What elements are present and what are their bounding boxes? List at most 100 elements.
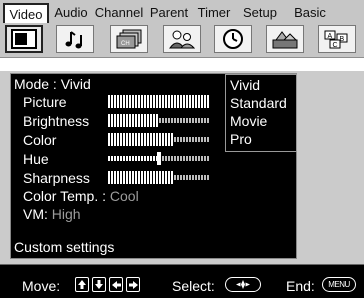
custom-settings-row[interactable]: Custom settings	[14, 238, 114, 256]
level-segment-filled	[108, 95, 110, 108]
tab-audio-icon-button[interactable]	[56, 25, 94, 53]
arrow-left-key-icon	[109, 277, 123, 292]
level-segment-filled	[129, 171, 131, 184]
tab-parent[interactable]: Parent	[146, 3, 192, 23]
color-level-bar[interactable]	[108, 133, 210, 146]
level-segment-filled	[171, 171, 173, 184]
mode-option-pro[interactable]: Pro	[230, 130, 252, 148]
channel-icon: CH	[116, 29, 142, 49]
level-segment-filled	[126, 171, 128, 184]
tab-channel-icon-button[interactable]: CH	[110, 25, 148, 53]
level-segment-empty	[177, 156, 179, 161]
level-segment-empty	[195, 118, 197, 123]
level-segment-filled	[168, 171, 170, 184]
level-segment-filled	[138, 156, 140, 161]
level-segment-empty	[174, 175, 176, 180]
svg-text:CH: CH	[121, 41, 130, 47]
vm-label: VM:	[23, 206, 48, 222]
brightness-level-bar[interactable]	[108, 114, 210, 127]
level-segment-empty	[174, 137, 176, 142]
tab-basic[interactable]: Basic	[288, 3, 332, 23]
level-segment-filled	[195, 95, 197, 108]
picture-mode-row[interactable]: Mode : Vivid	[14, 75, 91, 93]
level-segment-empty	[180, 156, 182, 161]
select-button-icon	[225, 277, 261, 292]
level-segment-empty	[183, 137, 185, 142]
level-segment-empty	[189, 137, 191, 142]
level-segment-empty	[177, 118, 179, 123]
level-segment-empty	[198, 118, 200, 123]
level-segment-empty	[201, 156, 203, 161]
level-segment-filled	[147, 114, 149, 127]
level-segment-empty	[171, 156, 173, 161]
arrow-up-key-icon	[75, 277, 89, 292]
level-segment-filled	[159, 133, 161, 146]
picture-level-bar[interactable]	[108, 95, 210, 108]
level-segment-empty	[204, 175, 206, 180]
level-segment-filled	[150, 95, 152, 108]
setting-label: Picture	[23, 94, 67, 110]
tab-audio[interactable]: Audio	[50, 3, 92, 23]
level-segment-empty	[180, 175, 182, 180]
level-segment-filled	[138, 171, 140, 184]
level-segment-filled	[141, 156, 143, 161]
mode-option-standard[interactable]: Standard	[230, 94, 287, 112]
level-segment-filled	[162, 133, 164, 146]
tab-video-icon-button[interactable]	[5, 25, 43, 53]
level-segment-empty	[183, 118, 185, 123]
hue-level-bar[interactable]	[108, 152, 210, 165]
level-segment-filled	[144, 95, 146, 108]
tab-setup-icon-button[interactable]	[266, 25, 304, 53]
level-segment-empty	[198, 156, 200, 161]
level-segment-filled	[111, 171, 113, 184]
tab-setup[interactable]: Setup	[238, 3, 282, 23]
level-segment-filled	[129, 95, 131, 108]
level-segment-filled	[135, 95, 137, 108]
level-segment-filled	[126, 95, 128, 108]
tab-timer[interactable]: Timer	[194, 3, 234, 23]
tab-timer-icon-button[interactable]	[214, 25, 252, 53]
level-segment-empty	[201, 175, 203, 180]
level-segment-filled	[138, 133, 140, 146]
level-segment-filled	[168, 133, 170, 146]
level-segment-empty	[177, 137, 179, 142]
mode-option-vivid[interactable]: Vivid	[230, 76, 260, 94]
level-segment-filled	[129, 114, 131, 127]
mode-option-movie[interactable]: Movie	[230, 112, 267, 130]
level-segment-filled	[114, 156, 116, 161]
sharpness-level-bar[interactable]	[108, 171, 210, 184]
level-segment-filled	[177, 95, 179, 108]
level-segment-empty	[207, 156, 209, 161]
level-segment-filled	[111, 156, 113, 161]
level-segment-filled	[183, 95, 185, 108]
level-segment-filled	[108, 133, 110, 146]
level-segment-filled	[201, 95, 203, 108]
level-segment-filled	[120, 95, 122, 108]
level-segment-empty	[198, 175, 200, 180]
arrow-down-key-icon	[92, 277, 106, 292]
level-segment-filled	[144, 156, 146, 161]
tab-parent-icon-button[interactable]	[163, 25, 201, 53]
level-segment-empty	[201, 137, 203, 142]
tab-video[interactable]: Video	[3, 3, 49, 23]
tab-basic-icon-button[interactable]: A B C	[318, 25, 356, 53]
level-segment-filled	[174, 95, 176, 108]
menu-tab-bar: Video Audio Channel Parent Timer Setup B…	[0, 0, 364, 58]
tab-channel[interactable]: Channel	[92, 3, 146, 23]
level-segment-filled	[120, 171, 122, 184]
level-segment-filled	[153, 95, 155, 108]
level-segment-empty	[207, 118, 209, 123]
level-segment-empty	[177, 175, 179, 180]
level-segment-filled	[153, 156, 155, 161]
level-segment-empty	[192, 118, 194, 123]
level-segment-filled	[135, 171, 137, 184]
level-segment-filled	[156, 133, 158, 146]
level-segment-filled	[111, 133, 113, 146]
level-segment-filled	[123, 133, 125, 146]
level-segment-empty	[174, 118, 176, 123]
level-segment-empty	[186, 175, 188, 180]
level-segment-empty	[180, 137, 182, 142]
level-segment-filled	[147, 171, 149, 184]
level-segment-filled	[123, 156, 125, 161]
level-segment-filled	[171, 133, 173, 146]
